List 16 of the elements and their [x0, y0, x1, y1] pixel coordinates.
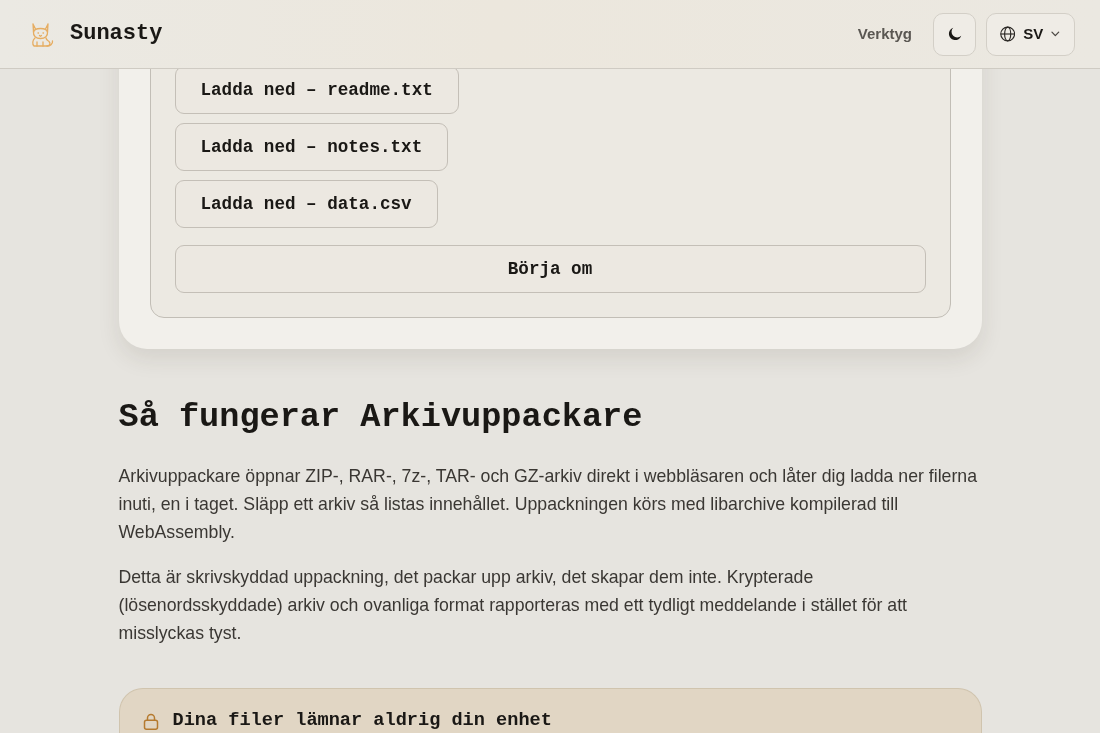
lock-icon [142, 712, 159, 730]
download-button[interactable]: Ladda ned – notes.txt [174, 123, 449, 171]
theme-toggle-button[interactable] [933, 12, 976, 56]
download-button[interactable]: Ladda ned – data.csv [174, 180, 438, 228]
brand-name[interactable]: Sunasty [70, 23, 163, 45]
globe-icon [1000, 26, 1016, 42]
download-button[interactable]: Ladda ned – readme.txt [174, 66, 459, 114]
restart-button[interactable]: Börja om [174, 245, 926, 293]
notice-title: Dina filer lämnar aldrig din enhet [172, 709, 552, 733]
nav-link[interactable]: Verktyg [857, 22, 912, 46]
moon-icon [947, 27, 962, 41]
body-paragraph: Detta är skrivskyddad uppackning, det packar upp arkiv, det skapar dem inte. Krypterade (lösenordsskyddade) arkiv och ovanliga format rapporteras med ett tydligt meddelande i stället för att misslyckas tyst. [118, 566, 908, 646]
language-button[interactable]: SV [986, 12, 1075, 56]
section-heading: Så fungerar Arkivuppackare [118, 397, 644, 438]
body-paragraph: Arkivuppackare öppnar ZIP-, RAR-, 7z-, TAR- och GZ-arkiv direkt i webbläsaren och låter dig ladda ner filerna inuti, en i taget. Släpp ett arkiv så listas innehållet. Uppackningen körs med libarchive kompilerad till WebAssembly. [118, 465, 979, 545]
chevron-down-icon [1051, 31, 1060, 37]
